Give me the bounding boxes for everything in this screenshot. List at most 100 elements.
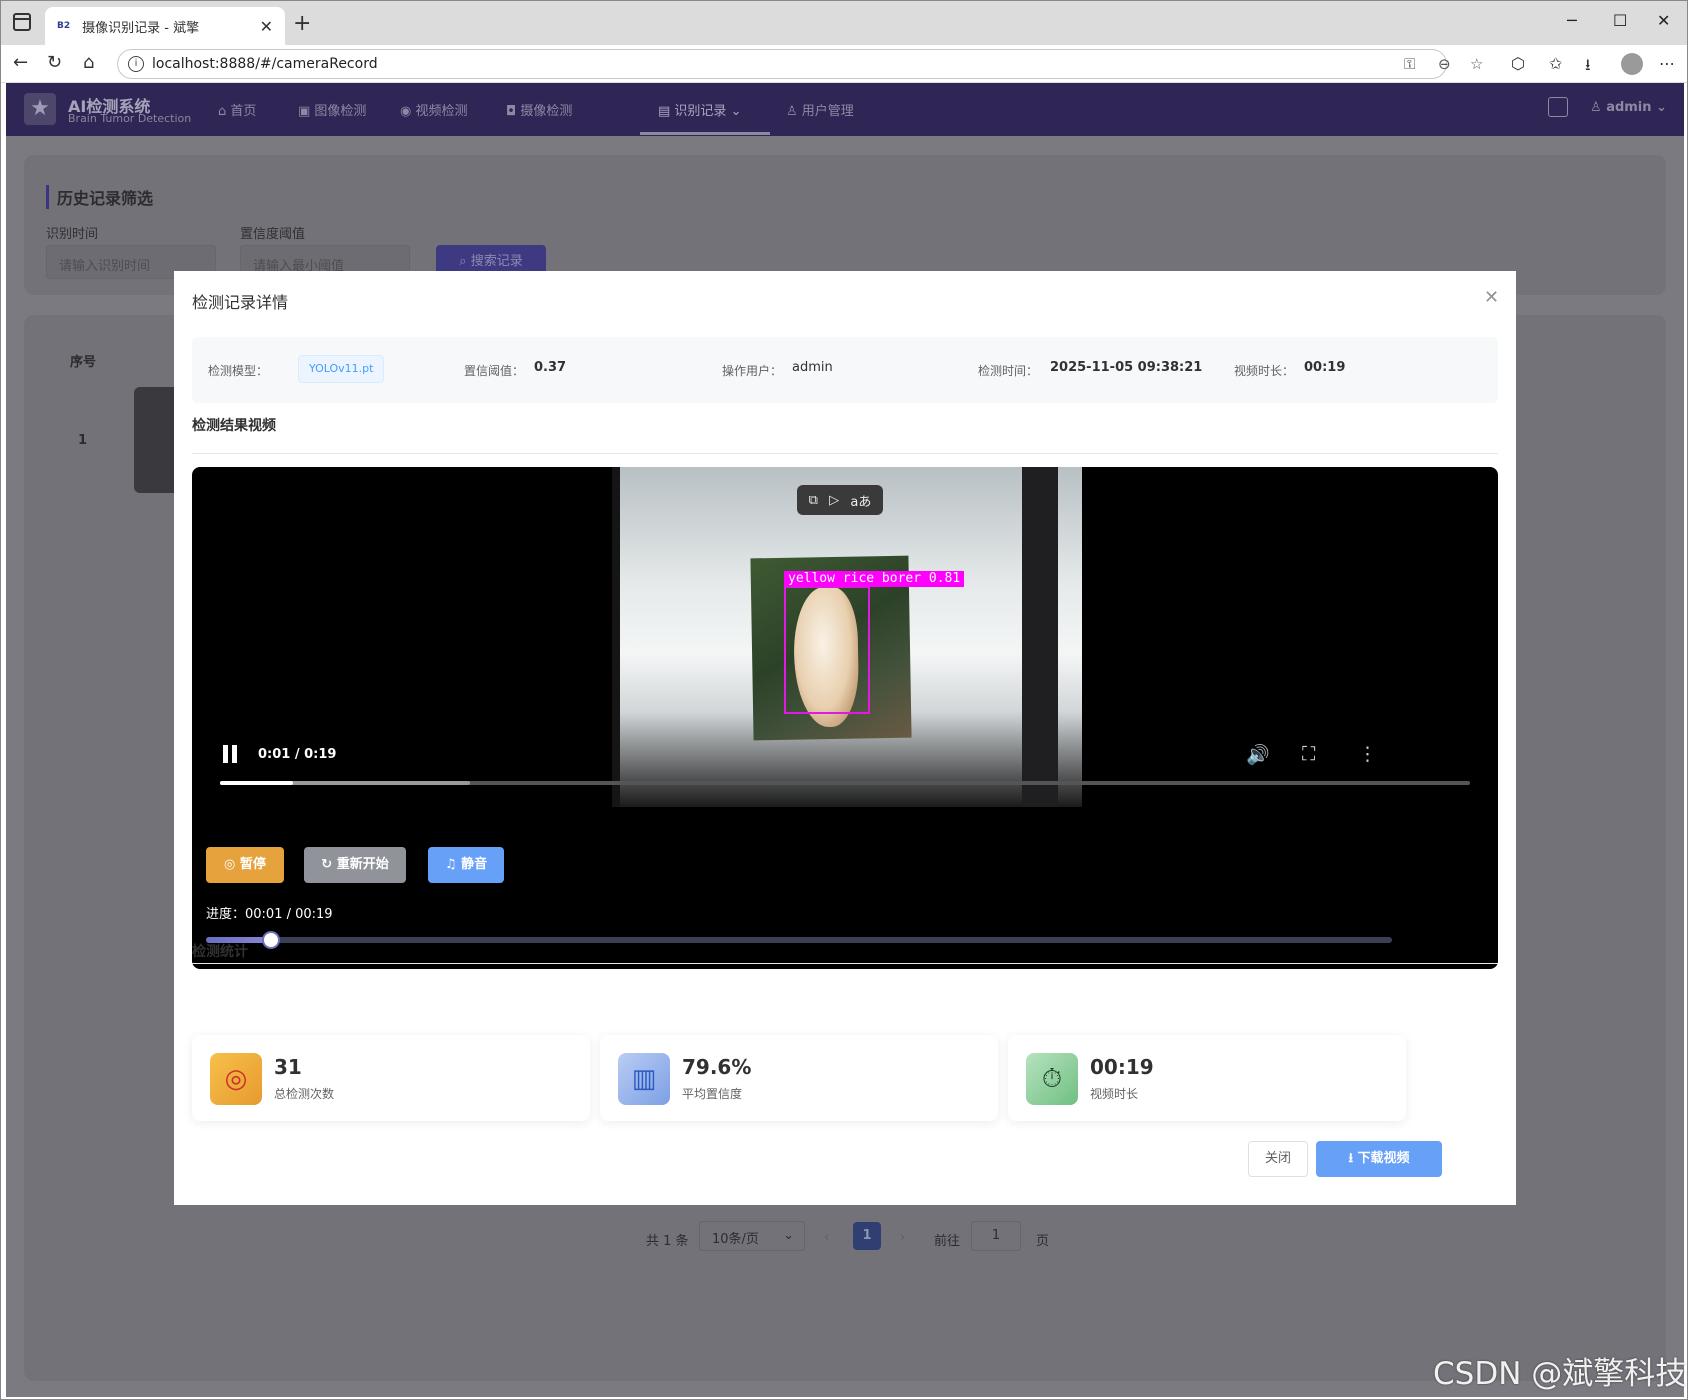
- detection-label: yellow rice borer 0.81: [784, 571, 965, 587]
- confidence-label: 置信度阈值: [240, 227, 306, 242]
- result-video-player[interactable]: yellow rice borer 0.81 ⧉ ▷ aあ 0:01 / 0:1…: [192, 467, 1498, 969]
- site-info-icon[interactable]: i: [128, 56, 144, 72]
- downloads-icon[interactable]: ⭳: [1585, 54, 1591, 81]
- zoom-icon[interactable]: ⊖: [1438, 55, 1451, 73]
- back-icon[interactable]: ←: [13, 52, 28, 73]
- nav-video-detection[interactable]: ◉ 视频检测: [400, 100, 468, 119]
- column-header-seq: 序号: [70, 355, 97, 370]
- threshold-value: 0.37: [534, 360, 567, 375]
- stopwatch-icon: ⏱: [1026, 1053, 1078, 1105]
- home-browser-icon[interactable]: ⌂: [83, 52, 94, 73]
- goto-page-input[interactable]: 1: [971, 1221, 1021, 1251]
- search-icon: ⌕: [459, 254, 471, 269]
- top-nav: ★ AI检测系统 Brain Tumor Detection ⌂ 首页 ▣ 图像…: [6, 83, 1684, 136]
- user-menu[interactable]: ♙ admin ⌄: [1590, 100, 1667, 115]
- next-page-icon[interactable]: ›: [900, 1230, 905, 1245]
- user-value: admin: [792, 360, 833, 375]
- new-tab-icon[interactable]: +: [293, 11, 311, 36]
- minimize-icon[interactable]: ─: [1567, 11, 1577, 30]
- video-timeline[interactable]: [220, 781, 1470, 785]
- browser-window: B2 摄像识别记录 - 斌擎 ✕ + ─ ☐ ✕ ← ↻ ⌂ i localho…: [0, 0, 1688, 1400]
- logo-subtitle: Brain Tumor Detection: [68, 112, 192, 125]
- volume-icon[interactable]: 🔊: [1246, 743, 1270, 766]
- refresh-icon: ↻: [321, 857, 337, 872]
- mute-button[interactable]: ♫ 静音: [428, 847, 504, 883]
- fullscreen-toggle-icon[interactable]: [1548, 97, 1568, 117]
- stat-label: 总检测次数: [274, 1087, 335, 1101]
- nav-home[interactable]: ⌂ 首页: [218, 100, 256, 119]
- progress-slider[interactable]: [206, 931, 1392, 949]
- restart-button[interactable]: ↻ 重新开始: [304, 847, 406, 883]
- stat-value: 79.6%: [682, 1055, 752, 1079]
- prev-page-icon[interactable]: ‹: [824, 1230, 829, 1245]
- stat-label: 视频时长: [1090, 1087, 1139, 1101]
- table-cell-seq: 1: [78, 433, 88, 448]
- url-text[interactable]: localhost:8888/#/cameraRecord: [152, 56, 378, 72]
- close-button[interactable]: 关闭: [1248, 1141, 1308, 1177]
- favicon-icon: B2: [57, 21, 71, 31]
- omnibox[interactable]: i localhost:8888/#/cameraRecord ⚿ ⊖ ☆: [117, 49, 1483, 79]
- time-value: 2025-11-05 09:38:21: [1050, 360, 1203, 375]
- user-avatar-icon: ♙: [1590, 100, 1607, 115]
- pagination-total: 共 1 条: [646, 1234, 689, 1249]
- favorite-star-icon[interactable]: ☆: [1470, 55, 1483, 73]
- reload-icon[interactable]: ↻: [47, 52, 62, 73]
- frame-edge: [612, 467, 620, 807]
- user-label: 操作用户：: [722, 364, 783, 378]
- play-circle-icon: ◉: [400, 104, 416, 119]
- stat-value: 31: [274, 1055, 302, 1079]
- translate-icon[interactable]: aあ: [850, 491, 871, 510]
- stats-section-title: 检测统计: [192, 944, 248, 960]
- page-suffix: 页: [1036, 1234, 1050, 1249]
- progress-knob[interactable]: [262, 931, 281, 949]
- record-info-box: 检测模型： YOLOv11.pt 置信阈值： 0.37 操作用户： admin …: [192, 337, 1498, 403]
- chevron-down-icon: ⌄: [1651, 100, 1667, 115]
- nav-camera-detection[interactable]: ◘ 摄像检测: [506, 100, 572, 119]
- maximize-icon[interactable]: ☐: [1613, 11, 1627, 30]
- favorites-icon[interactable]: ✩: [1549, 54, 1562, 73]
- stat-card-duration: ⏱ 00:19 视频时长: [1008, 1035, 1406, 1121]
- chevron-down-icon: ⌄: [726, 104, 742, 119]
- watermark: CSDN @斌擎科技: [1433, 1356, 1687, 1392]
- image-icon: ▣: [298, 104, 315, 119]
- picture-in-picture-icon[interactable]: ⧉: [809, 493, 818, 508]
- microphone-icon: ♫: [444, 857, 462, 872]
- tab-close-icon[interactable]: ✕: [260, 17, 273, 36]
- video-search-icon[interactable]: ▷: [829, 493, 839, 508]
- model-tag: YOLOv11.pt: [298, 355, 385, 383]
- duration-value: 00:19: [1304, 360, 1346, 375]
- active-nav-indicator: [640, 132, 770, 135]
- time-label-detail: 检测时间：: [978, 364, 1039, 378]
- goto-label: 前往: [934, 1234, 961, 1249]
- profile-avatar[interactable]: [1621, 53, 1643, 75]
- fullscreen-icon[interactable]: ⛶: [1302, 743, 1315, 765]
- browser-tab[interactable]: B2 摄像识别记录 - 斌擎 ✕: [45, 7, 285, 45]
- key-icon[interactable]: ⚿: [1404, 55, 1415, 73]
- nav-records[interactable]: ▤ 识别记录 ⌄: [658, 100, 741, 119]
- download-icon: ⭳: [1348, 1151, 1358, 1166]
- bar-chart-icon: ▥: [618, 1053, 670, 1105]
- page-number-current[interactable]: 1: [853, 1222, 881, 1250]
- nav-image-detection[interactable]: ▣ 图像检测: [298, 100, 366, 119]
- nav-user-management[interactable]: ♙ 用户管理: [786, 100, 854, 119]
- video-time: 0:01 / 0:19: [258, 747, 337, 762]
- window-close-icon[interactable]: ✕: [1657, 11, 1670, 30]
- tab-actions-icon[interactable]: [13, 13, 31, 31]
- pause-circle-icon: ◎: [224, 857, 240, 872]
- pause-icon[interactable]: [222, 745, 238, 763]
- download-video-button[interactable]: ⭳ 下载视频: [1316, 1141, 1442, 1177]
- chevron-down-icon: ⌄: [783, 1228, 794, 1243]
- home-icon: ⌂: [218, 104, 231, 119]
- frame-shadow: [1022, 467, 1058, 807]
- dialog-close-icon[interactable]: ✕: [1484, 287, 1499, 308]
- video-section-title: 检测结果视频: [192, 418, 276, 434]
- duration-label: 视频时长：: [1234, 364, 1295, 378]
- logo-star-icon: ★: [24, 93, 56, 125]
- extensions-icon[interactable]: ⬡: [1511, 54, 1525, 73]
- more-options-icon[interactable]: ⋮: [1358, 743, 1377, 765]
- divider: [192, 453, 1498, 454]
- page-size-select[interactable]: 10条/页 ⌄: [699, 1221, 805, 1251]
- filter-title: 历史记录筛选: [46, 185, 153, 209]
- more-menu-icon[interactable]: ⋯: [1659, 54, 1675, 73]
- pause-button[interactable]: ◎ 暂停: [206, 847, 284, 883]
